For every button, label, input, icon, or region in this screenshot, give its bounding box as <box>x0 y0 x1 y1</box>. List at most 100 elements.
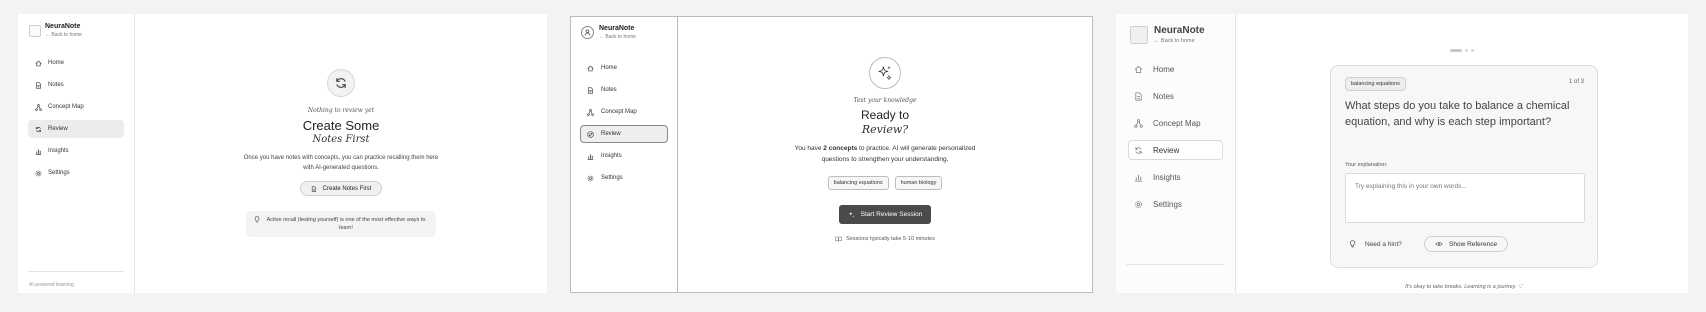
sidebar-item-label: Settings <box>1153 199 1182 209</box>
back-to-home-link[interactable]: ← Back to home <box>45 32 82 38</box>
panel-review-question: NeuraNote ← Back to home Home Notes Conc… <box>1116 14 1688 293</box>
sidebar-nav: Home Notes Concept Map Review Insights S… <box>1116 59 1235 221</box>
home-icon <box>35 60 42 66</box>
sidebar-item-concept-map[interactable]: Concept Map <box>28 98 124 116</box>
ready-eyebrow: Test your knowledge <box>853 97 917 104</box>
sidebar-item-label: Concept Map <box>601 109 637 115</box>
app-name: NeuraNote <box>1154 25 1205 36</box>
sidebar-item-label: Review <box>601 131 621 137</box>
sidebar-nav: Home Notes Concept Map Review Insights S… <box>571 59 677 191</box>
sparkle-icon <box>848 211 854 218</box>
bar-chart-icon <box>1134 174 1143 182</box>
answer-label: Your explanation: <box>1345 162 1388 168</box>
create-notes-button[interactable]: Create Notes First <box>299 181 383 196</box>
gear-icon <box>587 175 594 181</box>
sidebar-item-insights[interactable]: Insights <box>580 147 668 165</box>
show-reference-button[interactable]: Show Reference <box>1424 236 1509 252</box>
sidebar-item-label: Notes <box>1153 91 1174 101</box>
brand: NeuraNote ← Back to home <box>1130 25 1205 44</box>
gear-icon <box>1134 200 1143 208</box>
refresh-icon <box>336 78 346 88</box>
document-icon <box>311 185 316 192</box>
refresh-icon <box>36 126 41 132</box>
sidebar-nav: Home Notes Concept Map Review Insights S… <box>18 54 134 186</box>
concept-tag: human biology <box>894 176 943 190</box>
sidebar-item-home[interactable]: Home <box>28 54 124 72</box>
create-notes-label: Create Notes First <box>322 185 372 192</box>
brand: NeuraNote ← Back to home <box>29 23 82 38</box>
sidebar-item-label: Concept Map <box>1153 118 1201 128</box>
lightbulb-icon <box>1349 240 1356 248</box>
sidebar-item-settings[interactable]: Settings <box>1128 194 1223 214</box>
bar-chart-icon <box>35 148 42 155</box>
empty-body: Once you have notes with concepts, you c… <box>243 155 439 171</box>
progress-dot-active <box>1450 49 1462 52</box>
sidebar-item-label: Settings <box>48 170 70 176</box>
empty-title-line1: Create Some <box>302 118 380 133</box>
question-card: balancing equations 1 of 3 What steps do… <box>1330 65 1598 268</box>
empty-title-line2: Notes First <box>312 134 370 145</box>
compass-icon <box>587 130 594 138</box>
refresh-circle <box>327 69 355 97</box>
network-icon <box>35 103 42 111</box>
sidebar-item-review[interactable]: Review <box>580 125 668 143</box>
sidebar: NeuraNote ← Back to home Home Notes Conc… <box>18 14 135 293</box>
answer-placeholder: Try explaining this in your own words... <box>1355 183 1467 190</box>
eye-icon <box>1435 242 1443 246</box>
sidebar-item-label: Settings <box>601 175 623 181</box>
hint-button[interactable]: Need a hint? <box>1349 240 1402 248</box>
sidebar-item-notes[interactable]: Notes <box>28 76 124 94</box>
refresh-icon <box>1135 146 1142 154</box>
sidebar-item-concept-map[interactable]: Concept Map <box>580 103 668 121</box>
tip-box: Active recall (testing yourself) is one … <box>246 210 436 237</box>
sidebar-item-insights[interactable]: Insights <box>28 142 124 160</box>
concept-count: 2 concepts <box>823 145 858 152</box>
back-to-home-link[interactable]: ← Back to home <box>1154 38 1205 44</box>
sidebar-item-settings[interactable]: Settings <box>580 169 668 187</box>
sidebar-item-label: Review <box>1153 145 1180 155</box>
sidebar-item-notes[interactable]: Notes <box>1128 86 1223 106</box>
sidebar-item-home[interactable]: Home <box>1128 59 1223 79</box>
sidebar-item-review[interactable]: Review <box>28 120 124 138</box>
encouragement-footer: It's okay to take breaks. Learning is a … <box>1405 284 1523 290</box>
sidebar-item-concept-map[interactable]: Concept Map <box>1128 113 1223 133</box>
sidebar-item-label: Notes <box>601 87 617 93</box>
main-content: Test your knowledge Ready to Review? You… <box>678 17 1092 292</box>
sidebar-footer: AI-powered learning <box>29 282 74 288</box>
gear-icon <box>35 170 42 176</box>
sidebar-item-label: Home <box>48 60 65 66</box>
concept-tag: balancing equations <box>1345 77 1406 91</box>
user-icon <box>584 29 591 36</box>
sidebar-item-home[interactable]: Home <box>580 59 668 77</box>
question-counter: 1 of 3 <box>1568 79 1584 85</box>
concept-tags: balancing equations human biology <box>678 176 1092 190</box>
main-content: balancing equations 1 of 3 What steps do… <box>1236 14 1688 293</box>
sidebar-item-label: Home <box>601 65 618 71</box>
start-review-button[interactable]: Start Review Session <box>838 205 932 224</box>
app-name: NeuraNote <box>599 25 635 32</box>
brand: NeuraNote ← Back to home <box>581 25 636 40</box>
sidebar-item-label: Insights <box>601 153 622 159</box>
start-review-label: Start Review Session <box>860 211 923 218</box>
back-to-home-link[interactable]: ← Back to home <box>599 34 636 40</box>
book-icon <box>835 236 842 242</box>
sparkle-icon <box>878 66 892 80</box>
network-icon <box>587 108 594 116</box>
avatar[interactable] <box>581 26 594 39</box>
progress-dot <box>1471 49 1474 52</box>
sidebar-item-insights[interactable]: Insights <box>1128 167 1223 187</box>
app-name: NeuraNote <box>45 23 81 30</box>
document-icon <box>1135 92 1142 100</box>
session-note: Sessions typically take 5-10 minutes <box>678 236 1092 242</box>
ready-body-prefix: You have <box>794 145 824 152</box>
question-text: What steps do you take to balance a chem… <box>1345 100 1570 128</box>
sidebar-item-label: Insights <box>1153 172 1181 182</box>
ready-body: You have 2 concepts to practice. AI will… <box>785 143 985 165</box>
answer-textarea[interactable]: Try explaining this in your own words... <box>1345 173 1585 223</box>
sidebar-item-notes[interactable]: Notes <box>580 81 668 99</box>
sidebar-item-review[interactable]: Review <box>1128 140 1223 160</box>
sidebar-item-label: Notes <box>48 82 64 88</box>
ready-title-line1: Ready to <box>860 108 910 122</box>
sidebar-divider <box>28 271 124 272</box>
sidebar-item-settings[interactable]: Settings <box>28 164 124 182</box>
